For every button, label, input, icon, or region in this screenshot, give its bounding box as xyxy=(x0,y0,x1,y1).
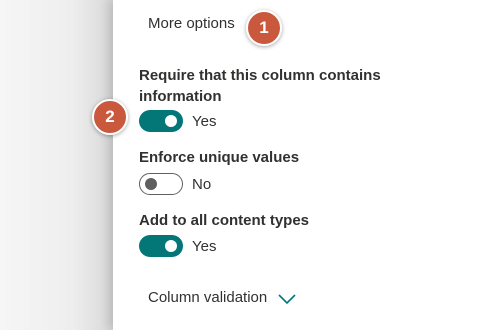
enforce-unique-toggle[interactable] xyxy=(139,173,183,195)
add-to-content-types-setting: Yes xyxy=(139,235,216,257)
add-to-content-types-label: Add to all content types xyxy=(139,212,310,229)
more-options-label: More options xyxy=(148,15,235,32)
add-to-content-types-toggle[interactable] xyxy=(139,235,183,257)
enforce-unique-label: Enforce unique values xyxy=(139,149,300,166)
chevron-down-icon xyxy=(278,292,296,304)
enforce-unique-state: No xyxy=(192,175,212,193)
enforce-unique-setting: No xyxy=(139,173,211,195)
callout-badge-1: 1 xyxy=(246,10,282,46)
add-to-content-types-state: Yes xyxy=(192,237,217,255)
require-information-setting: Yes xyxy=(139,110,216,132)
toggle-knob xyxy=(165,240,177,252)
callout-badge-2: 2 xyxy=(92,99,128,135)
require-information-toggle[interactable] xyxy=(139,110,183,132)
column-validation-label: Column validation xyxy=(148,289,268,306)
more-options-link[interactable]: More options xyxy=(148,15,235,32)
toggle-knob xyxy=(145,178,157,190)
toggle-knob xyxy=(165,115,177,127)
require-information-label: Require that this column contains inform… xyxy=(139,67,381,105)
require-information-state: Yes xyxy=(192,112,217,130)
background-page-shade xyxy=(0,0,120,330)
column-validation-expander[interactable]: Column validation xyxy=(148,289,296,306)
